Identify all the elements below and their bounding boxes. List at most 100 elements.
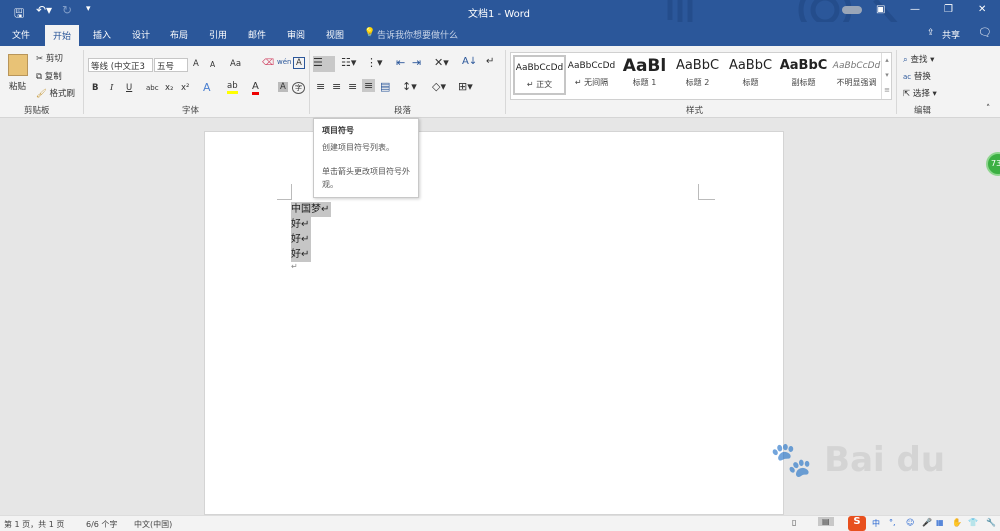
enclose-char-button[interactable]: 字: [292, 82, 305, 94]
char-border-button[interactable]: A: [293, 57, 305, 69]
char-shading-button[interactable]: A: [278, 82, 288, 92]
print-layout-icon[interactable]: ▤: [818, 517, 834, 526]
style-title[interactable]: AaBbC 标题: [724, 55, 777, 95]
title-bar: 🖫 ↶▾ ↻ ▾ 文档1 - Word ▣ — ❐ ✕: [0, 0, 1000, 42]
increase-indent-button[interactable]: ⇥: [412, 56, 421, 69]
floating-badge[interactable]: 73: [986, 152, 1000, 176]
chinese-layout-button[interactable]: ✕▾: [434, 56, 449, 69]
tab-design[interactable]: 设计: [132, 28, 150, 41]
restore-button[interactable]: ❐: [944, 4, 953, 15]
wrench-icon[interactable]: 🔧: [986, 518, 996, 527]
highlight-icon[interactable]: ab: [227, 81, 238, 94]
microphone-icon[interactable]: 🎤: [922, 518, 932, 527]
document-page[interactable]: 中国梦↵ 好↵ 好↵ 好↵ ↵: [204, 131, 784, 515]
close-button[interactable]: ✕: [978, 4, 986, 15]
paste-icon[interactable]: [8, 54, 28, 76]
borders-button[interactable]: ⊞▾: [458, 80, 473, 93]
format-painter-button[interactable]: 🖌 格式刷: [36, 87, 75, 99]
ime-mode[interactable]: 中: [872, 518, 880, 529]
search-icon: ⌕: [903, 55, 908, 65]
user-avatar[interactable]: [842, 6, 862, 14]
minimize-button[interactable]: —: [910, 4, 920, 15]
tell-me-icon[interactable]: 💡: [364, 28, 375, 38]
read-mode-icon[interactable]: ▯: [792, 518, 796, 527]
style-subtle-emphasis[interactable]: AaBbCcDd 不明显强调: [830, 55, 883, 95]
style-subtitle[interactable]: AaBbC 副标题: [777, 55, 830, 95]
font-size-select[interactable]: 五号: [154, 58, 188, 72]
style-heading-1[interactable]: AaBl 标题 1: [618, 55, 671, 95]
italic-button[interactable]: I: [110, 83, 113, 93]
line-spacing-button[interactable]: ↕▾: [402, 80, 417, 93]
align-right-button[interactable]: ≡: [348, 80, 357, 93]
styles-scroll[interactable]: ▴ ▾ ≡: [881, 53, 892, 99]
emoji-icon[interactable]: ☺: [906, 518, 914, 527]
undo-icon[interactable]: ↶▾: [36, 3, 52, 17]
sort-button[interactable]: A↓: [462, 56, 477, 67]
clear-format-icon[interactable]: ⌫: [262, 58, 274, 68]
shading-button[interactable]: ◇▾: [432, 80, 446, 93]
paste-button[interactable]: 粘贴: [9, 80, 26, 92]
hand-icon[interactable]: ✋: [952, 518, 962, 527]
find-button[interactable]: ⌕ 查找 ▾: [903, 53, 934, 65]
ime-punct[interactable]: °,: [889, 518, 896, 527]
language[interactable]: 中文(中国): [134, 519, 172, 530]
scissors-icon: ✂: [36, 54, 44, 64]
font-name-select[interactable]: 等线 (中文正3: [88, 58, 153, 72]
tab-view[interactable]: 视图: [326, 28, 344, 41]
share-icon[interactable]: ⇪: [927, 28, 935, 38]
style-name: 标题: [742, 78, 759, 87]
tab-home[interactable]: 开始: [45, 25, 80, 46]
tell-me-input[interactable]: 告诉我你想要做什么: [377, 28, 458, 41]
align-left-button[interactable]: ≡: [316, 80, 325, 93]
align-center-button[interactable]: ≡: [332, 80, 341, 93]
tab-layout[interactable]: 布局: [170, 28, 188, 41]
skin-icon[interactable]: 👕: [968, 518, 978, 527]
tab-review[interactable]: 审阅: [287, 28, 305, 41]
redo-icon[interactable]: ↻: [62, 3, 72, 17]
cut-button[interactable]: ✂ 剪切: [36, 52, 63, 64]
numbering-button[interactable]: ☷▾: [341, 56, 356, 69]
font-color-icon[interactable]: A: [252, 81, 259, 95]
bullets-button[interactable]: ☰: [313, 56, 335, 72]
paragraph[interactable]: 中国梦↵: [291, 202, 332, 217]
paragraph[interactable]: 好↵: [291, 232, 312, 247]
shrink-font-button[interactable]: A: [210, 60, 215, 69]
keyboard-icon[interactable]: ▦: [936, 518, 944, 527]
style-heading-2[interactable]: AaBbC 标题 2: [671, 55, 724, 95]
customize-qat-button[interactable]: ▾: [86, 4, 91, 14]
phonetic-guide-button[interactable]: wén: [277, 58, 291, 66]
ime-logo[interactable]: S: [848, 516, 866, 531]
superscript-button[interactable]: x²: [181, 83, 189, 93]
paragraph-mark[interactable]: ↵: [291, 262, 331, 271]
distributed-button[interactable]: ▤: [380, 80, 390, 93]
underline-button[interactable]: U: [126, 83, 132, 93]
tab-insert[interactable]: 插入: [93, 28, 111, 41]
word-count[interactable]: 6/6 个字: [86, 519, 117, 530]
style-no-spacing[interactable]: AaBbCcDd ↵ 无间隔: [565, 55, 618, 95]
change-case-button[interactable]: Aa: [230, 59, 241, 69]
ribbon-display-button[interactable]: ▣: [876, 4, 885, 15]
comments-icon[interactable]: 🗨: [978, 26, 992, 39]
tab-references[interactable]: 引用: [209, 28, 227, 41]
grow-font-button[interactable]: A: [193, 59, 199, 69]
select-button[interactable]: ⇱ 选择 ▾: [903, 87, 937, 99]
bold-button[interactable]: B: [92, 83, 98, 93]
strikethrough-button[interactable]: abc: [146, 84, 159, 92]
collapse-ribbon-button[interactable]: ˄: [986, 104, 990, 114]
share-button[interactable]: 共享: [942, 28, 960, 41]
multilevel-list-button[interactable]: ⋮▾: [366, 56, 383, 69]
page-count[interactable]: 第 1 页，共 1 页: [4, 519, 64, 530]
justify-button[interactable]: ≡: [362, 79, 376, 92]
show-marks-button[interactable]: ↵: [486, 56, 494, 67]
replace-button[interactable]: ac 替换: [903, 70, 931, 82]
paragraph[interactable]: 好↵: [291, 247, 312, 262]
tab-mailings[interactable]: 邮件: [248, 28, 266, 41]
decrease-indent-button[interactable]: ⇤: [396, 56, 405, 69]
style-normal[interactable]: AaBbCcDd ↵ 正文: [513, 55, 566, 95]
copy-button[interactable]: ⧉ 复制: [36, 70, 62, 82]
text-effects-icon[interactable]: A: [203, 81, 211, 94]
document-body[interactable]: 中国梦↵ 好↵ 好↵ 好↵ ↵: [291, 202, 332, 271]
paragraph[interactable]: 好↵: [291, 217, 312, 232]
subscript-button[interactable]: x₂: [165, 83, 173, 93]
tab-file[interactable]: 文件: [12, 28, 30, 41]
